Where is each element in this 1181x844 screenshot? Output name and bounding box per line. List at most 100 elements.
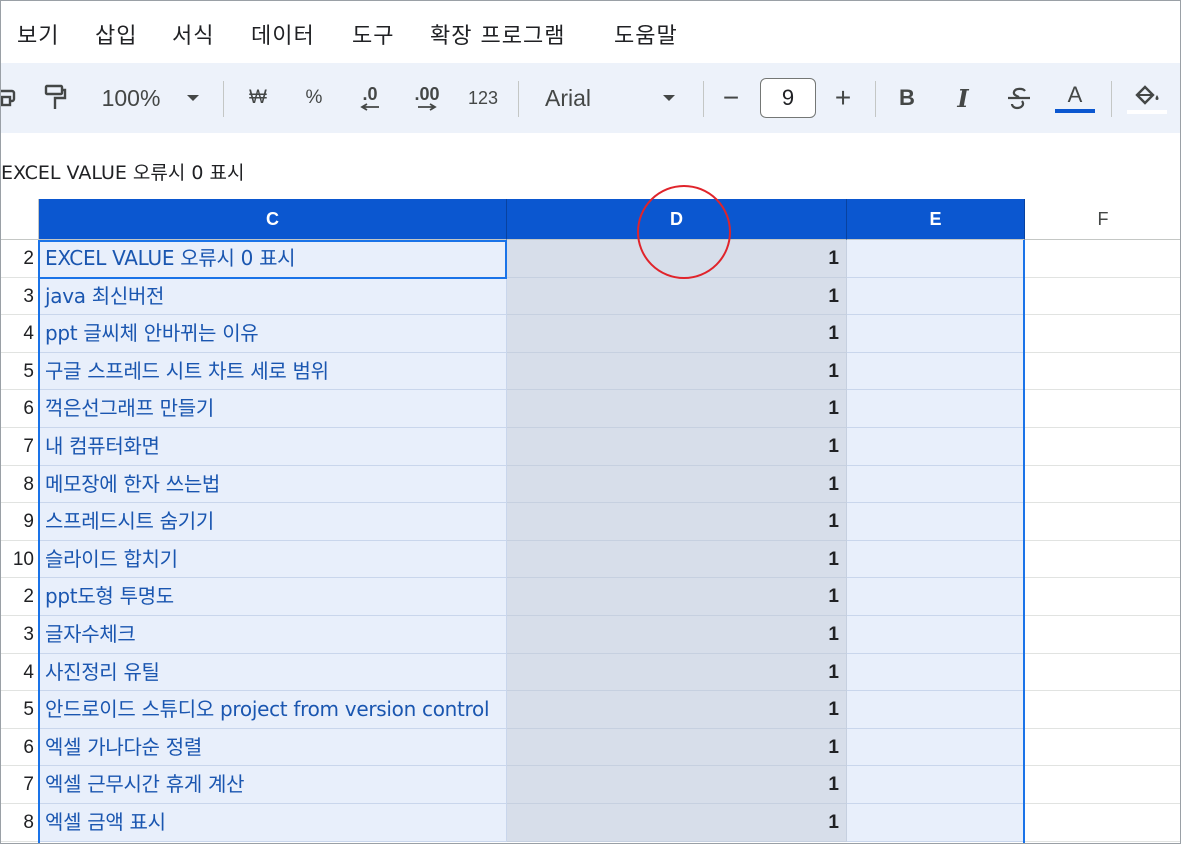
cell-d[interactable]: 1: [507, 240, 847, 278]
zoom-dropdown-icon[interactable]: [181, 63, 205, 133]
cell-f[interactable]: [1025, 804, 1180, 842]
font-dropdown-icon[interactable]: [657, 63, 681, 133]
cell-f[interactable]: [1025, 428, 1180, 466]
cell-d[interactable]: 1: [507, 616, 847, 654]
cell-f[interactable]: [1025, 728, 1180, 767]
row-number[interactable]: 6: [1, 729, 38, 767]
cell-d[interactable]: 1: [507, 653, 847, 692]
cell-c[interactable]: 메모장에 한자 쓰는법: [39, 465, 507, 504]
text-color-button[interactable]: A: [1053, 63, 1097, 133]
cell-e[interactable]: [847, 540, 1025, 579]
cell-f[interactable]: [1025, 315, 1180, 353]
cell-d[interactable]: 1: [507, 691, 847, 729]
cell-c[interactable]: 엑셀 근무시간 휴게 계산: [39, 766, 507, 804]
cell-d[interactable]: 1: [507, 315, 847, 353]
cell-f[interactable]: [1025, 578, 1180, 616]
column-header-d[interactable]: D: [507, 199, 847, 240]
row-number[interactable]: 3: [1, 616, 38, 654]
cell-c[interactable]: 엑셀 가나다순 정렬: [39, 728, 507, 767]
column-header-f[interactable]: F: [1025, 199, 1180, 240]
cell-c[interactable]: ppt 글씨체 안바뀌는 이유: [39, 315, 507, 353]
cell-e[interactable]: [847, 503, 1025, 541]
row-number[interactable]: 5: [1, 353, 38, 391]
cell-c[interactable]: 꺽은선그래프 만들기: [39, 390, 507, 428]
strikethrough-icon[interactable]: [1001, 63, 1037, 133]
cell-e[interactable]: [847, 728, 1025, 767]
cell-e[interactable]: [847, 277, 1025, 316]
row-number[interactable]: 5: [1, 691, 38, 729]
row-number[interactable]: 2: [1, 240, 38, 278]
cell-e[interactable]: [847, 390, 1025, 428]
paint-format-icon[interactable]: [39, 63, 71, 133]
cell-d[interactable]: 1: [507, 428, 847, 466]
cell-d[interactable]: 1: [507, 503, 847, 541]
cell-e[interactable]: [847, 240, 1025, 278]
more-formats-button[interactable]: 123: [463, 63, 503, 133]
formula-bar-value[interactable]: EXCEL VALUE 오류시 0 표시: [1, 158, 244, 185]
cell-d[interactable]: 1: [507, 390, 847, 428]
cell-f[interactable]: [1025, 653, 1180, 692]
cell-c[interactable]: java 최신버전: [39, 277, 507, 316]
cell-d[interactable]: 1: [507, 465, 847, 504]
fill-color-icon[interactable]: [1125, 63, 1169, 133]
cell-c[interactable]: 구글 스프레드 시트 차트 세로 범위: [39, 352, 507, 391]
bold-button[interactable]: B: [891, 63, 923, 133]
print-icon[interactable]: [1, 63, 19, 133]
row-number[interactable]: 2: [1, 578, 38, 616]
cell-e[interactable]: [847, 315, 1025, 353]
cell-f[interactable]: [1025, 390, 1180, 428]
cell-f[interactable]: [1025, 691, 1180, 729]
row-number[interactable]: 7: [1, 428, 38, 466]
italic-button[interactable]: I: [947, 63, 979, 133]
row-number[interactable]: 8: [1, 804, 38, 842]
cell-e[interactable]: [847, 616, 1025, 654]
cell-c[interactable]: 글자수체크: [39, 616, 507, 654]
cell-c[interactable]: ppt도형 투명도: [39, 578, 507, 616]
row-number[interactable]: 7: [1, 766, 38, 804]
cell-e[interactable]: [847, 804, 1025, 842]
cell-c[interactable]: 내 컴퓨터화면: [39, 428, 507, 466]
zoom-select[interactable]: 100%: [93, 63, 169, 133]
increase-decimal-button[interactable]: .00: [407, 63, 447, 133]
cell-d[interactable]: 1: [507, 804, 847, 842]
cell-d[interactable]: 1: [507, 277, 847, 316]
cell-d[interactable]: 1: [507, 728, 847, 767]
row-number[interactable]: 6: [1, 390, 38, 428]
cell-e[interactable]: [847, 352, 1025, 391]
row-number[interactable]: 10: [1, 541, 38, 579]
menu-view[interactable]: 보기: [17, 18, 59, 50]
cell-f[interactable]: [1025, 465, 1180, 504]
currency-format-button[interactable]: ₩: [241, 63, 275, 133]
cell-f[interactable]: [1025, 540, 1180, 579]
cell-e[interactable]: [847, 653, 1025, 692]
cell-e[interactable]: [847, 578, 1025, 616]
cell-c[interactable]: 스프레드시트 숨기기: [39, 503, 507, 541]
cell-f[interactable]: [1025, 766, 1180, 804]
cell-c[interactable]: 사진정리 유틸: [39, 653, 507, 692]
cell-c[interactable]: 안드로이드 스튜디오 project from version control: [39, 691, 507, 729]
percent-format-button[interactable]: %: [297, 63, 331, 133]
row-number[interactable]: 4: [1, 315, 38, 353]
cell-f[interactable]: [1025, 616, 1180, 654]
cell-f[interactable]: [1025, 503, 1180, 541]
row-number[interactable]: 3: [1, 278, 38, 316]
row-number[interactable]: 9: [1, 503, 38, 541]
column-header-e[interactable]: E: [847, 199, 1025, 240]
row-number[interactable]: 4: [1, 654, 38, 692]
row-number[interactable]: 8: [1, 466, 38, 504]
cell-e[interactable]: [847, 428, 1025, 466]
cell-c[interactable]: 슬라이드 합치기: [39, 540, 507, 579]
cell-e[interactable]: [847, 465, 1025, 504]
select-all-corner[interactable]: [1, 199, 39, 240]
menu-extensions[interactable]: 확장 프로그램: [430, 18, 565, 50]
cell-e[interactable]: [847, 691, 1025, 729]
cell-f[interactable]: [1025, 352, 1180, 391]
cell-d[interactable]: 1: [507, 766, 847, 804]
decrease-font-size-button[interactable]: −: [717, 63, 745, 133]
menu-insert[interactable]: 삽입: [95, 18, 137, 50]
menu-help[interactable]: 도움말: [614, 18, 678, 50]
cell-f[interactable]: [1025, 240, 1180, 278]
menu-format[interactable]: 서식: [172, 18, 214, 50]
menu-data[interactable]: 데이터: [251, 18, 315, 50]
increase-font-size-button[interactable]: +: [827, 63, 859, 133]
